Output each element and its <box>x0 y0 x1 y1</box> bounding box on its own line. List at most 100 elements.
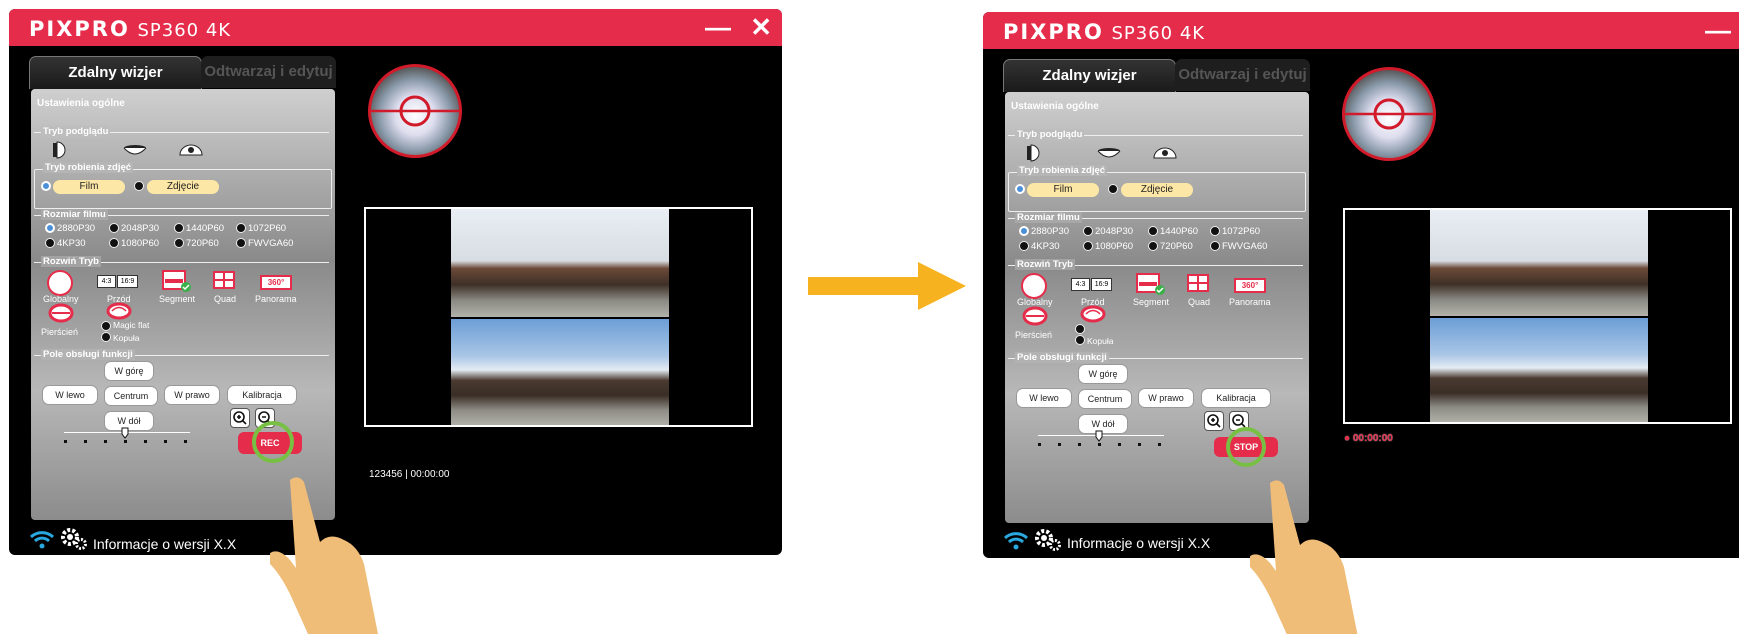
tab-remote-viewfinder[interactable]: Zdalny wizjer <box>1003 59 1176 92</box>
camera-app-window-before: PIXPRO SP360 4K — ✕ Zdalny wizjer Odtwar… <box>9 9 782 555</box>
fisheye-thumbnail[interactable] <box>1342 67 1436 161</box>
tab-playback-edit[interactable]: Odtwarzaj i edytuj <box>201 56 336 88</box>
size-radio-1072p60[interactable] <box>236 223 246 233</box>
size-label: 1080P60 <box>1095 241 1134 252</box>
version-info[interactable]: Informacje o wersji X.X <box>1067 535 1210 551</box>
wifi-icon[interactable] <box>29 529 55 549</box>
size-radio-2048p30[interactable] <box>109 223 119 233</box>
photo-radio[interactable] <box>134 181 144 191</box>
tab-remote-viewfinder[interactable]: Zdalny wizjer <box>29 56 202 89</box>
close-button[interactable]: ✕ <box>750 12 772 43</box>
quad-mode-icon[interactable] <box>1186 273 1210 293</box>
right-button[interactable]: W prawo <box>1138 388 1194 408</box>
size-radio-1440p60[interactable] <box>1148 226 1158 236</box>
size-label: 4KP30 <box>57 238 86 249</box>
up-button[interactable]: W górę <box>104 361 154 381</box>
front-mode-icon[interactable]: 4:3 16:9 <box>97 275 138 288</box>
wifi-icon[interactable] <box>1003 530 1029 550</box>
magic-flat-radio[interactable] <box>1075 324 1085 334</box>
version-info[interactable]: Informacje o wersji X.X <box>93 536 236 552</box>
center-button[interactable]: Centrum <box>104 386 158 406</box>
left-button[interactable]: W lewo <box>42 385 98 405</box>
zoom-slider[interactable] <box>1038 430 1164 450</box>
size-radio-2880p30[interactable] <box>1019 226 1029 236</box>
size-radio-1080p60[interactable] <box>109 238 119 248</box>
size-radio-4kp30[interactable] <box>45 238 55 248</box>
tab-playback-edit[interactable]: Odtwarzaj i edytuj <box>1175 59 1310 91</box>
tap-highlight-ring <box>252 421 294 463</box>
zoom-slider[interactable] <box>64 427 190 447</box>
film-radio[interactable] <box>41 181 51 191</box>
size-label: FWVGA60 <box>1222 241 1268 252</box>
up-button[interactable]: W górę <box>1078 364 1128 384</box>
dome-radio[interactable] <box>1075 335 1085 345</box>
film-option[interactable]: Film <box>53 180 125 194</box>
segment-mode-icon[interactable] <box>162 270 192 292</box>
zoom-in-icon[interactable] <box>230 408 250 428</box>
half-sphere-icon[interactable] <box>51 141 67 159</box>
timecode-display: 123456 | 00:00:00 <box>369 469 450 480</box>
panorama-mode-icon[interactable]: 360° <box>260 275 292 290</box>
size-radio-4kp30[interactable] <box>1019 241 1029 251</box>
zoom-in-icon[interactable] <box>1204 411 1224 431</box>
film-radio[interactable] <box>1015 184 1025 194</box>
segment-mode-icon[interactable] <box>1136 273 1166 295</box>
calibration-button[interactable]: Kalibracja <box>1201 388 1271 408</box>
size-radio-720p60[interactable] <box>174 238 184 248</box>
dome-icon[interactable] <box>179 143 203 157</box>
ratio-16-9[interactable]: 16:9 <box>117 275 138 288</box>
fisheye-thumbnail[interactable] <box>368 64 462 158</box>
size-label: FWVGA60 <box>248 238 294 249</box>
settings-gear-icon[interactable] <box>1033 526 1063 552</box>
right-button[interactable]: W prawo <box>164 385 220 405</box>
minimize-button[interactable]: — <box>1705 15 1731 46</box>
slider-handle[interactable] <box>121 427 129 439</box>
size-label: 2048P30 <box>121 223 160 234</box>
pointing-hand-icon <box>270 477 378 634</box>
quad-mode-icon[interactable] <box>212 270 236 290</box>
settings-panel: Ustawienia ogólne Tryb podglądu Tryb rob… <box>31 89 335 520</box>
magic-flat-radio[interactable] <box>101 321 111 331</box>
photo-option[interactable]: Zdjęcie <box>147 180 219 194</box>
tap-highlight-ring <box>1226 427 1266 467</box>
panorama-mode-icon[interactable]: 360° <box>1234 278 1266 293</box>
left-button[interactable]: W lewo <box>1016 388 1072 408</box>
size-radio-2048p30[interactable] <box>1083 226 1093 236</box>
size-radio-1440p60[interactable] <box>174 223 184 233</box>
ring-camera-icon[interactable] <box>123 144 147 156</box>
dome-icon[interactable] <box>1153 146 1177 160</box>
ratio-4-3[interactable]: 4:3 <box>1071 278 1090 291</box>
ring-camera-icon[interactable] <box>1097 147 1121 159</box>
size-radio-fwvga60[interactable] <box>1210 241 1220 251</box>
photo-option[interactable]: Zdjęcie <box>1121 183 1193 197</box>
global-mode-icon[interactable] <box>1021 273 1047 299</box>
ratio-16-9[interactable]: 16:9 <box>1091 278 1112 291</box>
size-radio-fwvga60[interactable] <box>236 238 246 248</box>
size-radio-1072p60[interactable] <box>1210 226 1220 236</box>
film-option[interactable]: Film <box>1027 183 1099 197</box>
global-mode-icon[interactable] <box>47 270 73 296</box>
calibration-button[interactable]: Kalibracja <box>227 385 297 405</box>
ring-mode-label: Pierścień <box>1015 330 1053 340</box>
photo-radio[interactable] <box>1108 184 1118 194</box>
half-sphere-icon[interactable] <box>1025 144 1041 162</box>
front-mode-icon[interactable]: 4:3 16:9 <box>1071 278 1112 291</box>
center-button[interactable]: Centrum <box>1078 389 1132 409</box>
size-radio-720p60[interactable] <box>1148 241 1158 251</box>
settings-gear-icon[interactable] <box>59 525 89 551</box>
magic-flat-mode-icon[interactable] <box>1080 305 1106 323</box>
window-controls: — ✕ <box>1693 15 1739 46</box>
ratio-4-3[interactable]: 4:3 <box>97 275 116 288</box>
transition-arrow-icon <box>808 262 966 310</box>
magic-flat-mode-icon[interactable] <box>106 302 132 320</box>
minimize-button[interactable]: — <box>705 12 731 43</box>
size-radio-2880p30[interactable] <box>45 223 55 233</box>
ring-mode-icon[interactable] <box>48 303 74 323</box>
dome-radio[interactable] <box>101 332 111 342</box>
brand-logo: PIXPRO <box>29 17 130 41</box>
slider-handle[interactable] <box>1095 430 1103 442</box>
control-field-label: Pole obsługi funkcji <box>41 349 135 360</box>
pointing-hand-icon <box>1250 480 1358 634</box>
ring-mode-icon[interactable] <box>1022 306 1048 326</box>
size-radio-1080p60[interactable] <box>1083 241 1093 251</box>
